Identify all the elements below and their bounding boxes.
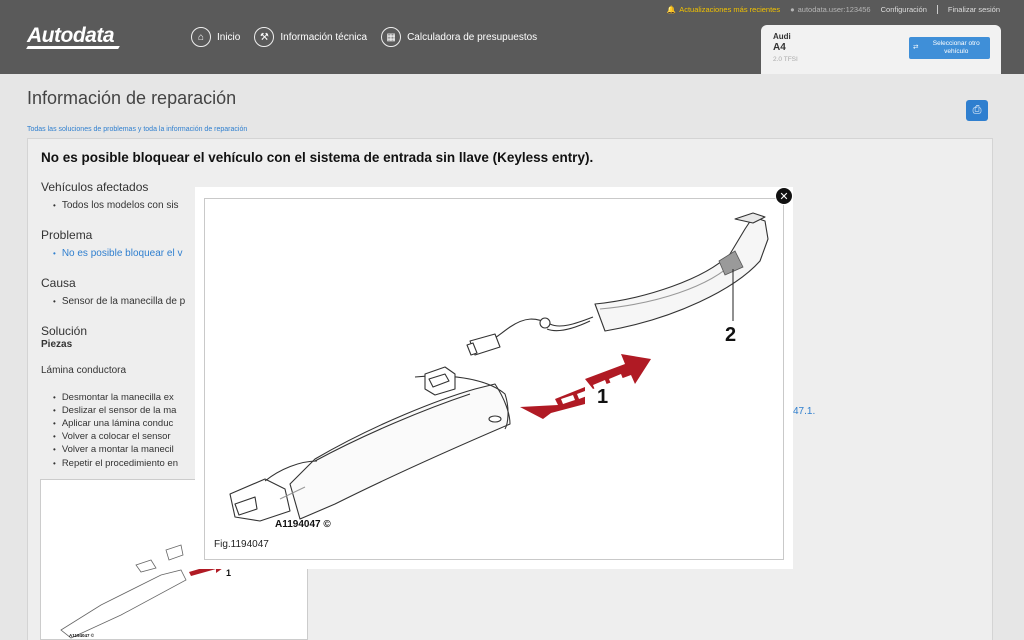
user-icon: ● bbox=[790, 5, 795, 14]
article-title: No es posible bloquear el vehículo con e… bbox=[41, 150, 594, 165]
solution-heading: Solución bbox=[41, 324, 88, 338]
figure-code: A1194047 © bbox=[275, 519, 331, 530]
vehicle-make: Audi bbox=[773, 32, 791, 41]
door-handle-illustration: 1 2 bbox=[229, 212, 769, 522]
nav-item-informacion-tecnica[interactable]: ⚒ Información técnica bbox=[254, 27, 367, 47]
cause-heading: Causa bbox=[41, 276, 76, 290]
page-title: Información de reparación bbox=[27, 88, 237, 108]
nav-item-calculadora[interactable]: ▦ Calculadora de presupuestos bbox=[381, 27, 537, 47]
figure-frame: 1 2 A1194047 © Fig.1194047 bbox=[204, 198, 784, 560]
affected-item: Todos los modelos con sis bbox=[53, 200, 179, 211]
step-item: Repetir el procedimiento en bbox=[53, 458, 178, 469]
updates-label: Actualizaciones más recientes bbox=[679, 5, 781, 14]
step-item: Volver a montar la manecil bbox=[53, 444, 174, 455]
figure-caption: Fig.1194047 bbox=[214, 539, 269, 550]
close-icon[interactable]: ✕ bbox=[775, 187, 793, 205]
step-item: Deslizar el sensor de la ma bbox=[53, 405, 177, 416]
autodata-logo[interactable]: Autodata bbox=[27, 24, 115, 48]
vehicle-model: A4 bbox=[773, 42, 786, 53]
remove-arrow bbox=[520, 387, 585, 419]
affected-heading: Vehículos afectados bbox=[41, 180, 149, 194]
reference-link[interactable]: 47.1. bbox=[793, 406, 815, 417]
main-nav: ⌂ Inicio ⚒ Información técnica ▦ Calcula… bbox=[191, 27, 537, 47]
wrench-icon: ⚒ bbox=[254, 27, 275, 47]
problem-heading: Problema bbox=[41, 228, 93, 242]
bell-icon: 🔔 bbox=[666, 5, 677, 14]
logout-link[interactable]: Finalizar sesión bbox=[948, 5, 1000, 14]
nav-item-inicio[interactable]: ⌂ Inicio bbox=[191, 27, 240, 47]
separator bbox=[936, 5, 938, 14]
nav-label: Calculadora de presupuestos bbox=[407, 31, 538, 43]
step-item: Desmontar la manecilla ex bbox=[53, 392, 174, 403]
cause-item: Sensor de la manecilla de p bbox=[53, 296, 185, 307]
user-label: autodata.user:123456 bbox=[797, 5, 871, 14]
config-link[interactable]: Configuración bbox=[881, 5, 927, 14]
callout-1: 1 bbox=[597, 386, 608, 408]
insert-arrow bbox=[585, 354, 651, 389]
problem-link[interactable]: No es posible bloquear el v bbox=[53, 248, 183, 259]
logo-swoosh bbox=[26, 46, 120, 49]
foil-label: Lámina conductora bbox=[41, 365, 127, 376]
home-icon: ⌂ bbox=[191, 27, 211, 47]
vehicle-engine: 2.0 TFSI bbox=[773, 56, 798, 63]
nav-label: Información técnica bbox=[280, 31, 368, 43]
updates-link[interactable]: 🔔 Actualizaciones más recientes bbox=[667, 5, 780, 14]
calculator-icon: ▦ bbox=[381, 27, 402, 47]
callout-2: 2 bbox=[725, 324, 736, 346]
thumb-callout-1: 1 bbox=[226, 568, 231, 578]
user-account: ● autodata.user:123456 bbox=[790, 5, 871, 14]
top-utility-bar: 🔔 Actualizaciones más recientes ● autoda… bbox=[667, 5, 1000, 14]
parts-heading: Piezas bbox=[41, 339, 73, 350]
thumb-figure-code: A1194047 © bbox=[69, 633, 95, 638]
step-item: Volver a colocar el sensor bbox=[53, 431, 171, 442]
step-item: Aplicar una lámina conduc bbox=[53, 418, 173, 429]
top-header: Autodata 🔔 Actualizaciones más recientes… bbox=[0, 0, 1024, 74]
nav-label: Inicio bbox=[217, 31, 241, 43]
figure-modal: 1 2 A1194047 © Fig.1194047 bbox=[195, 187, 793, 569]
breadcrumb-link[interactable]: Todas las soluciones de problemas y toda… bbox=[27, 126, 247, 133]
swap-icon: ⇄ bbox=[913, 44, 919, 52]
vehicle-panel: Audi A4 2.0 TFSI ⇄ Seleccionar otro vehí… bbox=[761, 25, 1001, 74]
print-button[interactable]: ⎙ bbox=[966, 100, 988, 121]
select-other-vehicle-button[interactable]: ⇄ Seleccionar otro vehículo bbox=[909, 37, 990, 59]
select-vehicle-label: Seleccionar otro vehículo bbox=[932, 40, 980, 55]
printer-icon: ⎙ bbox=[972, 104, 982, 116]
